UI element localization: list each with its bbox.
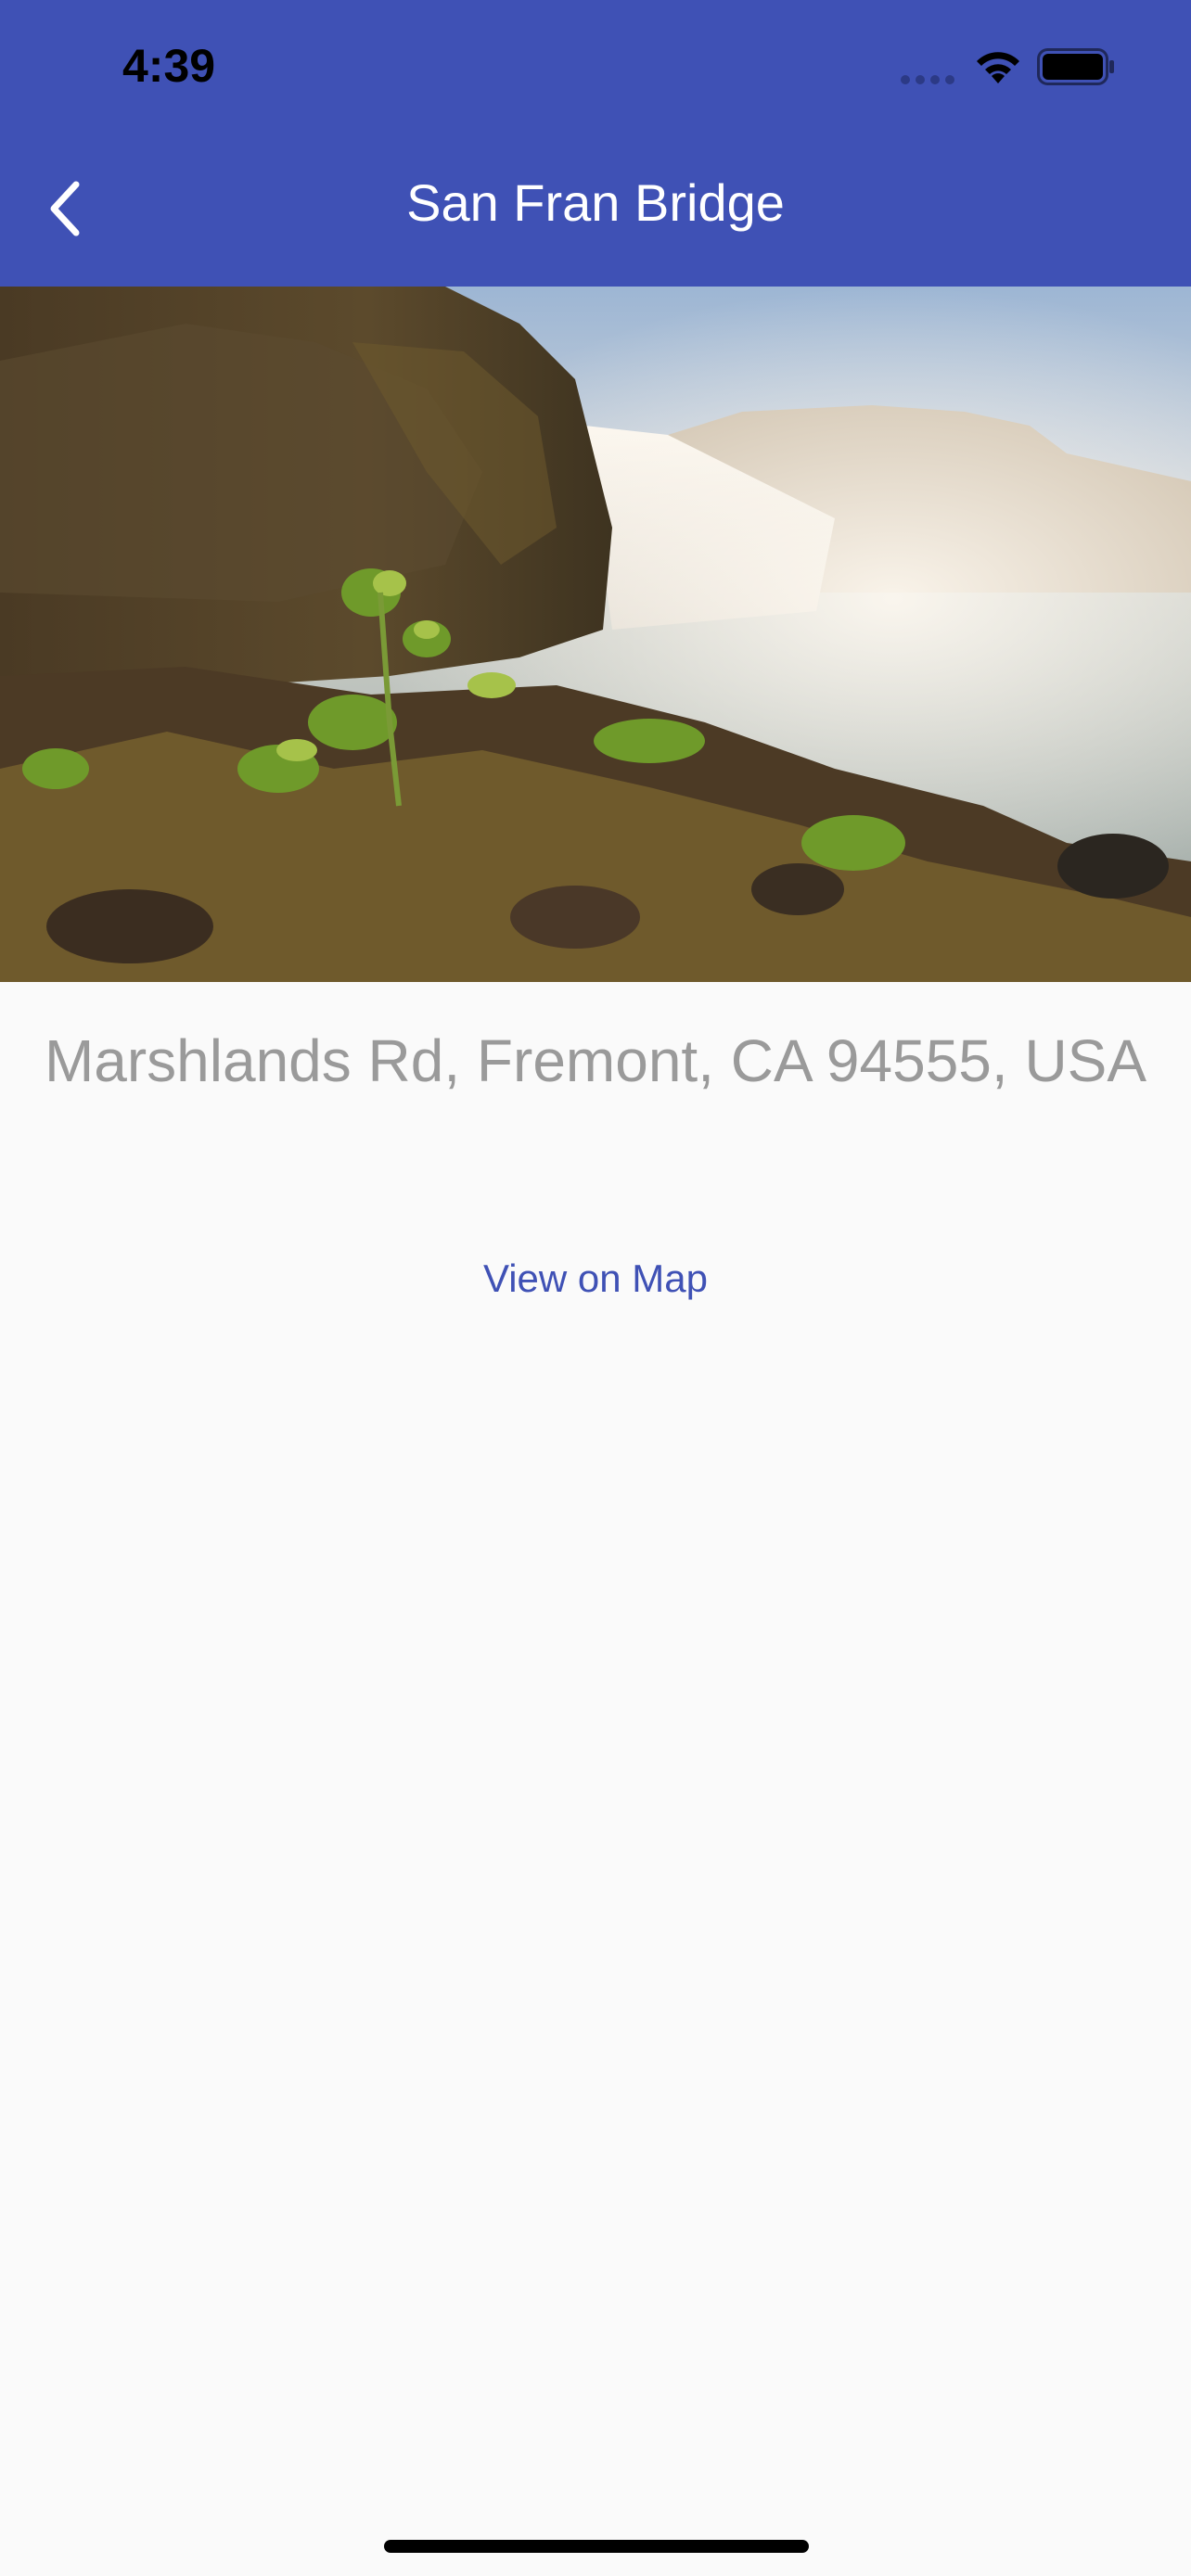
address-text: Marshlands Rd, Fremont, CA 94555, USA (44, 1027, 1147, 1094)
screen: 4:39 San Fran Bridge Marshlands Rd, Frem… (0, 0, 1191, 2576)
hero-image (0, 287, 1191, 982)
cellular-signal-icon (901, 75, 954, 84)
page-title: San Fran Bridge (406, 173, 785, 232)
battery-icon (1037, 48, 1114, 85)
wifi-icon (977, 52, 1019, 83)
status-time: 4:39 (122, 40, 216, 92)
view-on-map-button[interactable]: View on Map (0, 1256, 1191, 1301)
home-indicator[interactable] (384, 2540, 809, 2553)
view-on-map-label: View on Map (482, 1256, 709, 1300)
app-bar: 4:39 San Fran Bridge (0, 0, 1191, 287)
